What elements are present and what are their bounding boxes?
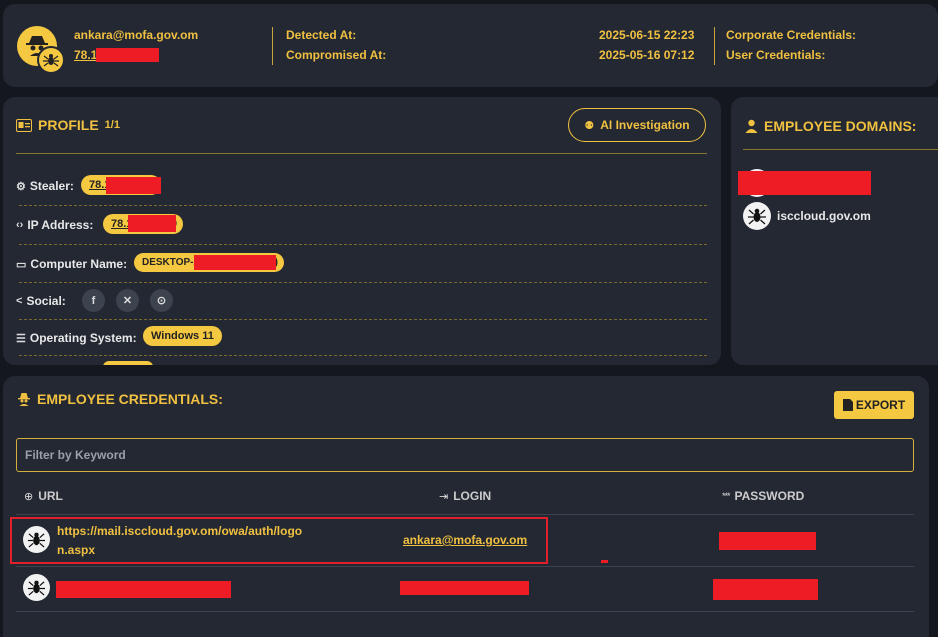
domains-panel: EMPLOYEE DOMAINS: isccloud.gov.om (731, 97, 938, 365)
row-separator (19, 319, 707, 320)
redaction (96, 48, 159, 62)
column-header-login[interactable]: ⇥ LOGIN (439, 489, 491, 503)
computer-row: ▭ Computer Name: (16, 257, 127, 271)
table-row[interactable] (16, 567, 914, 612)
domains-title: EMPLOYEE DOMAINS: (764, 118, 917, 134)
header-divider (714, 27, 715, 65)
credentials-title: EMPLOYEE CREDENTIALS: (37, 391, 223, 407)
id-card-icon (16, 118, 32, 132)
spider-icon (43, 54, 59, 67)
facebook-icon[interactable]: f (82, 289, 105, 312)
social-icons: f ✕ ⊙ (82, 289, 173, 312)
domain-name: isccloud.gov.om (777, 209, 871, 223)
header-ip-link[interactable]: 78.1 (74, 48, 97, 62)
password-icon: *** (722, 491, 730, 501)
domains-separator (743, 149, 938, 150)
export-label: EXPORT (855, 398, 906, 412)
url-link[interactable]: https://mail.isccloud.gov.om/owa/auth/lo… (57, 522, 302, 560)
redaction (194, 255, 276, 270)
column-login-label: LOGIN (453, 489, 492, 503)
row-separator (19, 244, 707, 245)
ai-investigation-button[interactable]: ⚉ AI Investigation (568, 108, 706, 142)
login-link[interactable]: ankara@mofa.gov.om (403, 533, 527, 547)
redaction (56, 581, 231, 598)
code-icon: ‹› (16, 219, 24, 231)
profile-separator (16, 153, 707, 154)
credentials-header: EMPLOYEE CREDENTIALS: (17, 391, 223, 407)
os-row: ☰ Operating System: (16, 331, 137, 345)
redaction (128, 215, 176, 232)
table-row[interactable]: https://mail.isccloud.gov.om/owa/auth/lo… (10, 515, 914, 567)
ai-investigation-label: AI Investigation (600, 118, 690, 132)
sign-in-icon: ⇥ (439, 490, 449, 503)
ip-label: IP Address: (27, 218, 94, 232)
server-icon: ☰ (16, 332, 26, 345)
next-pill-partial (103, 361, 153, 365)
header-divider (272, 27, 273, 65)
globe-icon: ⊕ (24, 490, 34, 503)
domain-item[interactable]: isccloud.gov.om (743, 202, 871, 230)
social-label: Social: (26, 294, 66, 308)
profile-panel: PROFILE 1/1 ⚉ AI Investigation ⚙ Stealer… (3, 97, 721, 365)
profile-header: PROFILE 1/1 (16, 117, 120, 133)
redaction (713, 579, 818, 600)
filter-input[interactable] (16, 438, 914, 472)
row-separator (19, 282, 707, 283)
stealer-label: Stealer: (29, 179, 74, 193)
spider-icon (23, 574, 50, 601)
row-separator (19, 205, 707, 206)
stealer-row: ⚙ Stealer: (16, 179, 74, 193)
detected-label: Detected At: (286, 28, 357, 42)
redaction (601, 560, 608, 563)
redaction (400, 581, 529, 595)
header-email: ankara@mofa.gov.om (74, 28, 199, 42)
brain-icon: ⚉ (584, 119, 595, 132)
user-credentials-label: User Credentials: (726, 48, 826, 62)
spider-badge (37, 46, 65, 74)
ip-row: ‹› IP Address: (16, 218, 93, 232)
domains-header: EMPLOYEE DOMAINS: (745, 118, 916, 134)
detected-value: 2025-06-15 22:23 (599, 28, 695, 42)
steam-icon[interactable]: ⊙ (150, 289, 173, 312)
gears-icon: ⚙ (16, 180, 26, 193)
column-password-label: PASSWORD (734, 489, 805, 503)
spider-icon (23, 526, 50, 553)
computer-label: Computer Name: (30, 257, 128, 271)
row-separator (19, 355, 707, 356)
column-url-label: URL (38, 489, 63, 503)
spy-icon (18, 393, 30, 406)
social-row: < Social: (16, 294, 66, 308)
redaction (719, 532, 816, 550)
url-line: n.aspx (57, 543, 96, 557)
compromised-value: 2025-05-16 07:12 (599, 48, 695, 62)
profile-title: PROFILE (38, 117, 99, 133)
file-csv-icon (842, 399, 853, 411)
redaction (738, 171, 871, 195)
export-button[interactable]: EXPORT (834, 391, 914, 419)
header-panel: ankara@mofa.gov.om 78.1 Detected At: Com… (3, 4, 938, 87)
column-header-password[interactable]: *** PASSWORD (722, 489, 804, 503)
computer-value: DESKTOP-2 (142, 257, 200, 268)
credentials-panel: EMPLOYEE CREDENTIALS: EXPORT input::plac… (3, 376, 929, 637)
os-value: Windows 11 (151, 330, 214, 342)
employee-icon (745, 119, 758, 133)
spider-icon (743, 202, 771, 230)
os-pill: Windows 11 (143, 326, 222, 346)
profile-count: 1/1 (104, 119, 120, 131)
redaction (106, 177, 161, 194)
column-header-url[interactable]: ⊕ URL (24, 489, 63, 503)
x-icon[interactable]: ✕ (116, 289, 139, 312)
os-label: Operating System: (29, 331, 137, 345)
corporate-credentials-label: Corporate Credentials: (726, 28, 857, 42)
compromised-label: Compromised At: (286, 48, 387, 62)
monitor-icon: ▭ (16, 258, 27, 271)
share-icon: < (16, 295, 23, 307)
url-line: https://mail.isccloud.gov.om/owa/auth/lo… (57, 524, 303, 538)
